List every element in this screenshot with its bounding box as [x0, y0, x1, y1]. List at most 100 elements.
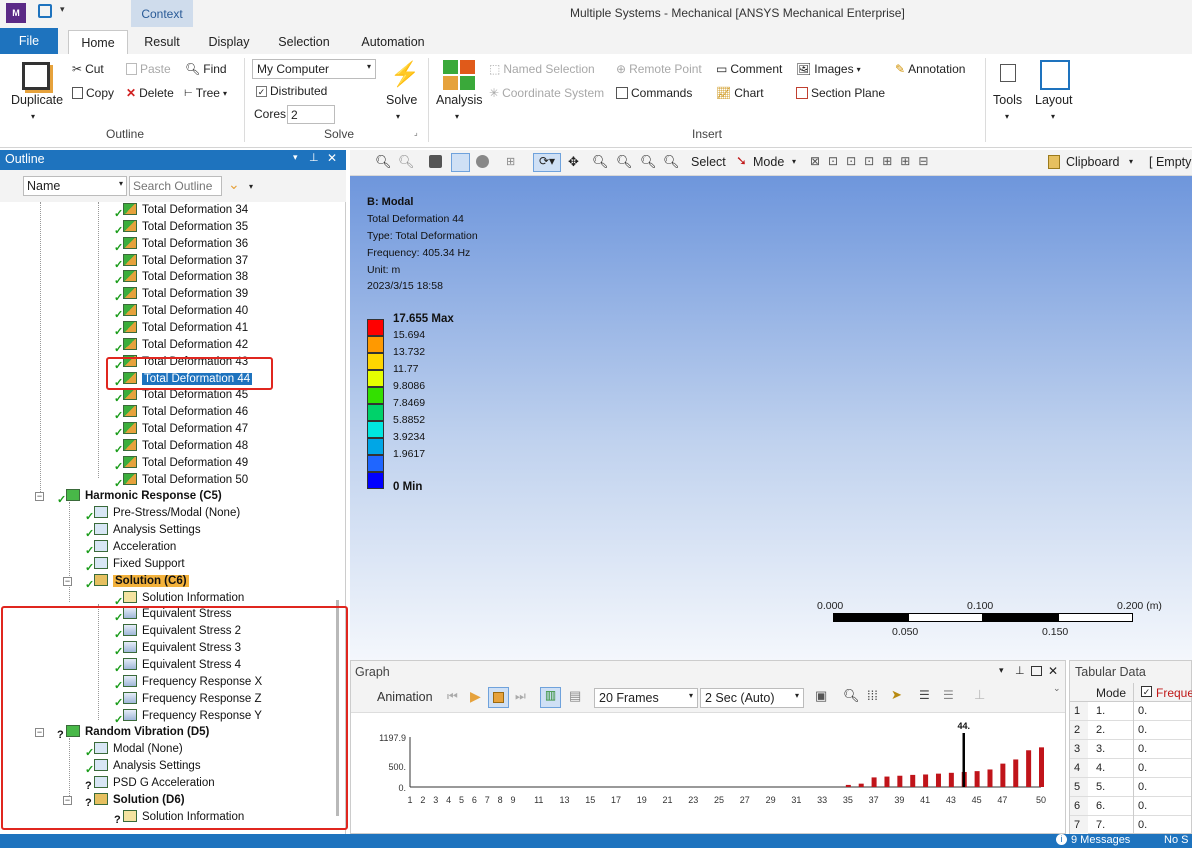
search-outline-input[interactable]	[129, 176, 222, 196]
tools-button[interactable]: Tools	[993, 93, 1022, 107]
duplicate-dropdown-icon[interactable]: ▾	[31, 112, 35, 121]
column-header-frequency[interactable]: Freque	[1156, 686, 1192, 700]
bar-mode-45[interactable]	[974, 771, 980, 787]
bar-mode-38[interactable]	[884, 776, 890, 787]
tree-node-deformation[interactable]: Total Deformation 41	[123, 320, 248, 336]
tab-automation[interactable]: Automation	[352, 30, 434, 54]
comment-button[interactable]: ▭ Comment	[716, 62, 782, 76]
tab-selection[interactable]: Selection	[270, 30, 338, 54]
quick-access-dropdown-icon[interactable]: ▾	[60, 4, 65, 15]
solve-button[interactable]: Solve	[386, 93, 417, 107]
mode-cursor-icon[interactable]: ➘	[736, 153, 747, 169]
pan-icon[interactable]: ✥	[568, 154, 579, 170]
graph-options-2-icon[interactable]: ☰	[943, 688, 954, 702]
find-button[interactable]: 🔍︎ Find	[185, 62, 227, 76]
copy-button[interactable]: Copy	[72, 86, 114, 100]
images-button[interactable]: 🖼︎ Images ▾	[796, 62, 861, 76]
rotate-icon[interactable]: ⟳▾	[533, 153, 561, 172]
bar-mode-46[interactable]	[987, 769, 993, 787]
tree-node-deformation[interactable]: Total Deformation 50	[123, 472, 248, 488]
tree-node-solution-child[interactable]: Solution Information	[123, 590, 244, 606]
tree-node-deformation[interactable]: Total Deformation 37	[123, 253, 248, 269]
tab-display[interactable]: Display	[199, 30, 259, 54]
remote-point-button[interactable]: ⊕ Remote Point	[616, 62, 702, 76]
bar-mode-41[interactable]	[923, 774, 929, 787]
chart-button[interactable]: 📈︎ Chart	[716, 86, 764, 100]
select-all-icon[interactable]: ⁞⁞⁞	[867, 688, 878, 703]
tree-node-deformation[interactable]: Total Deformation 49	[123, 455, 248, 471]
export-video-icon[interactable]: ▣	[815, 688, 827, 704]
close-icon[interactable]: ✕	[1048, 664, 1058, 678]
collapse-toggle-icon[interactable]: −	[35, 492, 44, 502]
table-row[interactable]: 5 5. 0.	[1070, 778, 1191, 797]
tools-dropdown-icon[interactable]: ▾	[1005, 112, 1009, 121]
graph-options-icon[interactable]: ☰	[919, 688, 930, 702]
table-row[interactable]: 6 6. 0.	[1070, 797, 1191, 816]
distributed-checkbox[interactable]: ✓ Distributed	[256, 84, 327, 98]
solve-dropdown-icon[interactable]: ▾	[396, 112, 400, 121]
clipboard-button[interactable]: Clipboard	[1066, 155, 1120, 169]
tab-file[interactable]: File	[0, 28, 58, 54]
zoom-all-icon[interactable]: 🔍︎	[640, 154, 657, 170]
create-results-icon[interactable]: ➤	[891, 687, 902, 703]
layout-dropdown-icon[interactable]: ▾	[1051, 112, 1055, 121]
chevron-down-icon[interactable]: ▾	[1129, 157, 1133, 166]
table-row[interactable]: 4 4. 0.	[1070, 759, 1191, 778]
tree-node-deformation[interactable]: Total Deformation 35	[123, 219, 248, 235]
zoom-box-icon[interactable]: 🔍︎	[398, 154, 415, 170]
pane-menu-icon[interactable]: ▾	[999, 665, 1004, 676]
mode-frequency-chart[interactable]: 1197.9500.0.1 2 3 4 5 6 7 8 9 11 13 15 17 19 21 23 25 27 2…	[351, 713, 1065, 833]
zoom-in-icon[interactable]: 🔍︎	[616, 154, 633, 170]
tree-node-harmonic[interactable]: Harmonic Response (C5)	[66, 488, 222, 504]
scroll-up-icon[interactable]: ⌄	[1053, 683, 1061, 694]
annotation-button[interactable]: ✎ Annotation	[895, 62, 965, 76]
cube-icon[interactable]	[429, 155, 442, 168]
result-frames-icon[interactable]: ▤	[569, 688, 581, 704]
pane-menu-icon[interactable]: ▾	[293, 152, 298, 163]
tab-result[interactable]: Result	[134, 30, 190, 54]
play-icon[interactable]: ▶	[470, 688, 481, 705]
zoom-fit-icon[interactable]: 🔍︎	[375, 154, 392, 170]
bar-mode-36[interactable]	[858, 783, 864, 787]
zoom-graph-icon[interactable]: 🔍︎	[843, 688, 860, 704]
layout-button[interactable]: Layout	[1035, 93, 1073, 107]
paste-button[interactable]: Paste	[126, 62, 171, 76]
chevron-down-icon[interactable]: ▾	[249, 182, 253, 191]
show-vertices-icon[interactable]	[476, 155, 489, 168]
search-options-icon[interactable]: ⌄	[228, 176, 240, 193]
pin-icon[interactable]: ⊥	[1015, 664, 1025, 677]
duration-select[interactable]: 2 Sec (Auto) ▾	[700, 688, 804, 708]
tree-node-deformation[interactable]: Total Deformation 46	[123, 404, 248, 420]
bar-mode-50[interactable]	[1039, 747, 1044, 787]
coordinate-system-button[interactable]: ✳ Coordinate System	[489, 86, 604, 100]
maximize-icon[interactable]	[1031, 666, 1042, 676]
filter-type-select[interactable]: Name ▾	[23, 176, 127, 196]
zoom-icon[interactable]: 🔍︎	[592, 154, 609, 170]
messages-status[interactable]: 9 Messages	[1071, 834, 1130, 846]
dialog-launcher-icon[interactable]: ⌟	[414, 128, 418, 137]
cut-button[interactable]: ✂ Cut	[72, 62, 104, 76]
cores-input[interactable]: 2	[287, 105, 335, 124]
graphics-viewport[interactable]	[350, 176, 1192, 660]
step-forward-icon[interactable]: ⏭	[515, 689, 526, 704]
collapse-toggle-icon[interactable]: −	[63, 576, 72, 586]
step-back-icon[interactable]: ⏮	[447, 689, 458, 704]
tree-node-harmonic-child[interactable]: Acceleration	[94, 539, 176, 555]
tree-node-solution-c6[interactable]: Solution (C6)	[94, 573, 189, 589]
tree-node-deformation[interactable]: Total Deformation 40	[123, 303, 248, 319]
selection-filters-icon[interactable]: ⊠⊡⊡⊡⊞⊞⊟	[810, 154, 936, 168]
bar-mode-40[interactable]	[910, 774, 916, 787]
tree-node-deformation[interactable]: Total Deformation 39	[123, 286, 248, 302]
commands-button[interactable]: Commands	[616, 86, 692, 100]
bar-mode-48[interactable]	[1013, 759, 1019, 787]
bar-mode-37[interactable]	[871, 777, 877, 787]
select-label[interactable]: Select	[691, 155, 726, 169]
mode-label[interactable]: Mode	[753, 155, 784, 169]
tree-node-harmonic-child[interactable]: Analysis Settings	[94, 522, 201, 538]
bar-mode-39[interactable]	[897, 775, 903, 787]
bar-mode-42[interactable]	[935, 773, 941, 787]
distributed-frames-icon[interactable]: ▥	[540, 687, 561, 708]
tree-node-deformation[interactable]: Total Deformation 38	[123, 269, 248, 285]
tab-home[interactable]: Home	[68, 30, 128, 54]
tree-node-deformation[interactable]: Total Deformation 34	[123, 202, 248, 218]
